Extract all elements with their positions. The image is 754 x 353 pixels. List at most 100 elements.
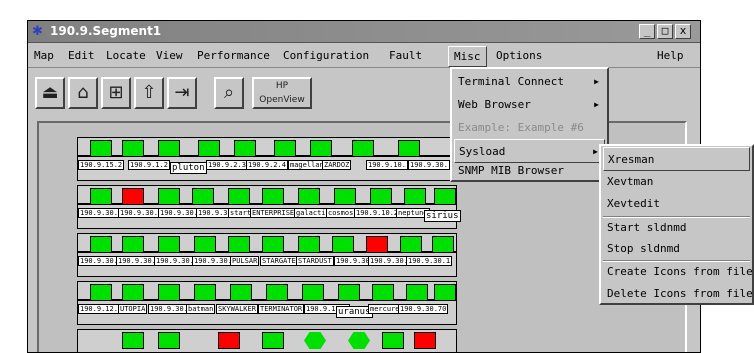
- node-icon[interactable]: [274, 140, 296, 157]
- network-tree-icon[interactable]: ⊞: [101, 77, 131, 109]
- node-icon[interactable]: [382, 332, 404, 349]
- node-icon[interactable]: [372, 284, 394, 301]
- node-label: batman: [186, 304, 216, 314]
- node-icon[interactable]: [298, 188, 320, 205]
- menu-item-terminal-connect[interactable]: Terminal Connect ▶: [454, 70, 605, 94]
- node-icon[interactable]: [310, 140, 332, 157]
- node-icon[interactable]: [122, 236, 144, 253]
- node-label: 190.9.30.1: [406, 256, 453, 266]
- menu-item-xevtman[interactable]: Xevtman: [603, 170, 750, 194]
- node-label: PULSAR: [230, 256, 260, 266]
- node-label: STARGATE: [260, 256, 298, 266]
- network-icon: ✱: [32, 24, 43, 39]
- hp-openview-button[interactable]: HP OpenView: [252, 77, 312, 109]
- node-icon[interactable]: [158, 332, 180, 349]
- node-label: SKYWALKER: [216, 304, 258, 314]
- menu-item-label: Terminal Connect: [458, 75, 564, 88]
- node-icon[interactable]: [122, 332, 144, 349]
- node-icon[interactable]: [90, 140, 112, 157]
- node-label: STARDUST: [296, 256, 334, 266]
- submenu-arrow-icon: ▶: [594, 100, 599, 109]
- node-icon[interactable]: [352, 140, 374, 157]
- menu-performance[interactable]: Performance: [197, 49, 270, 62]
- node-icon[interactable]: [228, 188, 250, 205]
- node-icon[interactable]: [266, 284, 288, 301]
- node-icon[interactable]: [158, 188, 180, 205]
- up-arrow-icon[interactable]: ⇧: [134, 77, 164, 109]
- menu-misc[interactable]: Misc: [448, 46, 487, 67]
- misc-menu: Terminal Connect ▶ Web Browser ▶ Example: …: [450, 67, 609, 182]
- node-icon[interactable]: [370, 188, 392, 205]
- menu-item-example: Example: Example #6: [454, 116, 605, 140]
- window-title: 190.9.Segment1: [50, 24, 162, 38]
- node-icon[interactable]: [332, 236, 354, 253]
- maximize-button[interactable]: □: [657, 24, 673, 39]
- node-icon[interactable]: [262, 332, 284, 349]
- menu-item-create-icons[interactable]: Create Icons from file: [603, 260, 753, 284]
- node-icon[interactable]: [234, 140, 256, 157]
- menu-item-xevtedit[interactable]: Xevtedit: [603, 192, 750, 216]
- node-icon[interactable]: [398, 140, 420, 157]
- title-bar[interactable]: ✱ 190.9.Segment1 _ □ x: [28, 21, 700, 43]
- close-map-icon[interactable]: ⏏: [35, 77, 65, 109]
- menu-map[interactable]: Map: [34, 49, 54, 62]
- node-icon[interactable]: [198, 140, 220, 157]
- node-icon[interactable]: [432, 236, 454, 253]
- node-icon[interactable]: [302, 284, 324, 301]
- node-icon[interactable]: [218, 332, 240, 349]
- node-icon[interactable]: [334, 188, 356, 205]
- node-icon[interactable]: [262, 236, 284, 253]
- menu-item-delete-icons[interactable]: Delete Icons from file: [603, 282, 753, 306]
- menu-bar: Map Edit Locate View Performance Configu…: [28, 44, 700, 68]
- hp-openview-label: HP OpenView: [259, 81, 305, 105]
- node-label: UTOPIA: [118, 304, 148, 314]
- node-icon[interactable]: [230, 284, 252, 301]
- minimize-button[interactable]: _: [639, 24, 655, 39]
- node-icon[interactable]: [366, 236, 388, 253]
- menu-fault[interactable]: Fault: [389, 49, 422, 62]
- menu-help[interactable]: Help: [657, 49, 684, 62]
- menu-locate[interactable]: Locate: [106, 49, 146, 62]
- node-icon[interactable]: [228, 236, 250, 253]
- menu-item-xresman[interactable]: Xresman: [603, 147, 750, 171]
- node-icon[interactable]: [400, 236, 422, 253]
- node-icon[interactable]: [406, 284, 428, 301]
- node-icon[interactable]: [262, 188, 284, 205]
- node-icon[interactable]: [90, 284, 112, 301]
- node-icon[interactable]: [158, 140, 180, 157]
- node-icon[interactable]: [90, 188, 112, 205]
- sysload-submenu: Xresman Xevtman Xevtedit Start sldnmd St…: [599, 144, 754, 305]
- close-button[interactable]: x: [675, 24, 691, 39]
- menu-item-web-browser[interactable]: Web Browser ▶: [454, 93, 605, 117]
- menu-edit[interactable]: Edit: [68, 49, 95, 62]
- node-icon[interactable]: [404, 188, 426, 205]
- menu-item-stop-sldnmd[interactable]: Stop sldnmd: [603, 237, 750, 261]
- node-icon[interactable]: [194, 236, 216, 253]
- menu-view[interactable]: View: [156, 49, 183, 62]
- segment-row: 190.9.15.2 190.9.1.2 pluton 190.9.2.3 19…: [77, 137, 457, 181]
- node-icon[interactable]: [348, 332, 370, 349]
- menu-options[interactable]: Options: [496, 49, 542, 62]
- node-icon[interactable]: [304, 332, 326, 349]
- node-icon[interactable]: [122, 188, 144, 205]
- navigate-icon[interactable]: ⇥: [167, 77, 197, 109]
- node-icon[interactable]: [298, 236, 320, 253]
- home-icon[interactable]: ⌂: [68, 77, 98, 109]
- menu-item-label: Sysload: [459, 145, 506, 158]
- node-icon[interactable]: [122, 140, 144, 157]
- node-label: sirius: [424, 210, 461, 222]
- node-icon[interactable]: [434, 284, 456, 301]
- node-icon[interactable]: [158, 284, 180, 301]
- node-icon[interactable]: [338, 284, 360, 301]
- node-icon[interactable]: [194, 284, 216, 301]
- node-icon[interactable]: [90, 236, 112, 253]
- node-icon[interactable]: [122, 284, 144, 301]
- menu-item-snmp-mib-browser[interactable]: SNMP MIB Browser: [454, 159, 605, 183]
- menu-configuration[interactable]: Configuration: [283, 49, 369, 62]
- search-icon[interactable]: ⌕: [214, 77, 244, 109]
- node-icon[interactable]: [192, 188, 214, 205]
- node-icon[interactable]: [434, 188, 456, 205]
- segment-row: 190.9.12.13 UTOPIA 190.9.30.3 batman SKY…: [77, 281, 457, 325]
- node-icon[interactable]: [158, 236, 180, 253]
- node-icon[interactable]: [414, 332, 436, 349]
